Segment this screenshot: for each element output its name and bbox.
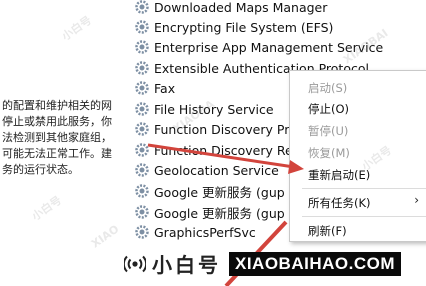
watermark-text: 小白号 xyxy=(29,193,65,224)
service-gear-icon xyxy=(135,122,149,136)
service-row-fax[interactable]: Fax xyxy=(134,78,175,98)
service-gear-icon xyxy=(135,81,149,95)
description-line: 的配置和维护相关的网 xyxy=(2,99,112,112)
broadcast-logo-icon xyxy=(124,255,146,272)
service-gear-icon xyxy=(135,102,149,116)
service-gear-icon xyxy=(135,61,149,75)
service-gear-icon xyxy=(135,40,149,54)
service-gear-icon xyxy=(135,163,149,177)
service-name: Encrypting File System (EFS) xyxy=(154,19,334,35)
service-row-function-discovery-resource[interactable]: Function Discovery Re xyxy=(134,140,293,160)
menu-item-start[interactable]: 启动(S) xyxy=(308,80,347,96)
service-gear-icon xyxy=(135,143,149,157)
service-description: 的配置和维护相关的网 停止或禁用此服务，你 法检测到其他家庭组， 可能无法正常工… xyxy=(2,98,132,178)
service-name: Function Discovery Pr xyxy=(154,121,290,137)
service-name: File History Service xyxy=(154,101,274,117)
service-row-enterprise-app[interactable]: Enterprise App Management Service xyxy=(134,37,383,57)
watermark-text: 小白号 xyxy=(59,13,95,44)
service-gear-icon xyxy=(135,225,149,239)
service-gear-icon xyxy=(135,0,149,14)
service-name: Google 更新服务 (gup xyxy=(154,205,285,221)
service-row-graphicsperfsvc[interactable]: GraphicsPerfSvc xyxy=(134,222,256,242)
service-name: Google 更新服务 (gup xyxy=(154,184,285,200)
service-name: Enterprise App Management Service xyxy=(154,39,384,55)
submenu-arrow-icon: › xyxy=(414,193,419,207)
service-gear-icon xyxy=(135,20,149,34)
menu-separator xyxy=(302,188,426,189)
menu-item-refresh[interactable]: 刷新(F) xyxy=(308,223,347,239)
site-footer: 小白号 XIAOBAIHAO.COM xyxy=(0,241,426,286)
menu-item-resume[interactable]: 恢复(M) xyxy=(308,145,350,161)
service-gear-icon xyxy=(135,184,149,198)
menu-item-restart[interactable]: 重新启动(E) xyxy=(308,167,370,183)
menu-item-all-tasks[interactable]: 所有任务(K) xyxy=(308,195,371,211)
service-name: Function Discovery Re xyxy=(154,142,293,158)
description-line: 停止或禁用此服务，你 xyxy=(2,115,112,128)
service-row-function-discovery-provider[interactable]: Function Discovery Pr xyxy=(134,119,289,139)
service-name: Downloaded Maps Manager xyxy=(154,0,328,15)
service-row-file-history[interactable]: File History Service xyxy=(134,99,274,119)
brand-url: XIAOBAIHAO.COM xyxy=(229,251,401,276)
service-row-efs[interactable]: Encrypting File System (EFS) xyxy=(134,17,333,37)
service-row-downloaded-maps[interactable]: Downloaded Maps Manager xyxy=(134,0,327,17)
brand-name: 小白号 xyxy=(152,253,221,277)
menu-separator xyxy=(302,216,426,217)
menu-item-stop[interactable]: 停止(O) xyxy=(308,101,349,117)
service-row-google-update-1[interactable]: Google 更新服务 (gup xyxy=(134,181,285,201)
service-name: Geolocation Service xyxy=(154,162,279,178)
service-name: Fax xyxy=(154,80,176,96)
service-gear-icon xyxy=(135,205,149,219)
service-name: GraphicsPerfSvc xyxy=(154,224,256,240)
service-context-menu: 启动(S) 停止(O) 暂停(U) 恢复(M) 重新启动(E) 所有任务(K) … xyxy=(289,70,426,242)
service-row-google-update-2[interactable]: Google 更新服务 (gup xyxy=(134,202,285,222)
description-line: 可能无法正常工作。建 xyxy=(2,147,112,160)
description-line: 务的运行状态。 xyxy=(2,163,79,176)
description-line: 法检测到其他家庭组， xyxy=(2,131,112,144)
service-row-geolocation[interactable]: Geolocation Service xyxy=(134,160,279,180)
menu-item-pause[interactable]: 暂停(U) xyxy=(308,123,348,139)
